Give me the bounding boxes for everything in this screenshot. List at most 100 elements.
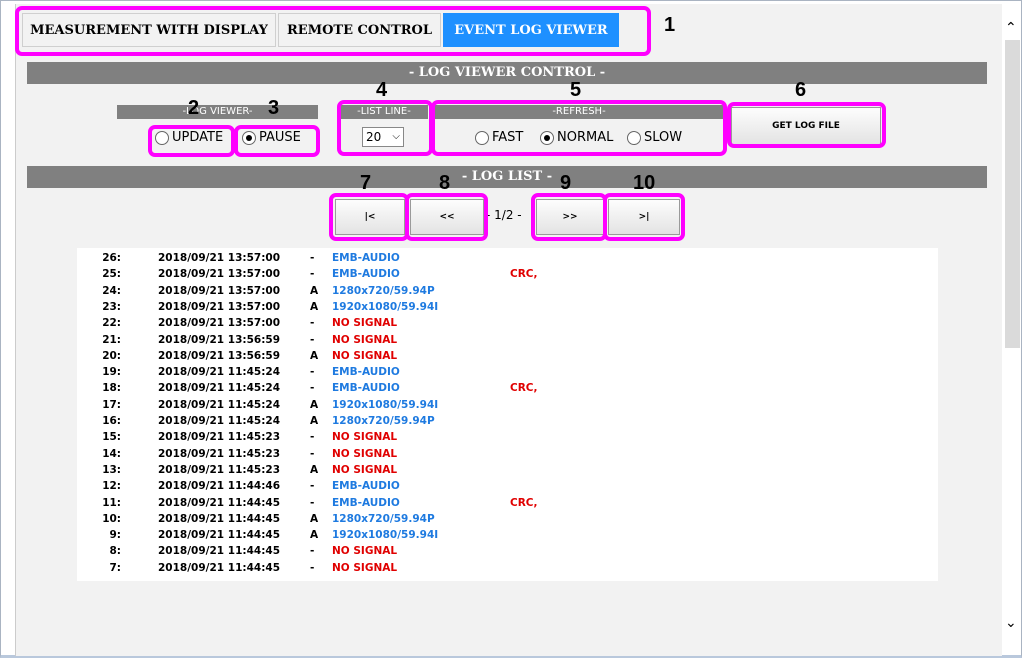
log-row-flag: -: [310, 496, 315, 509]
callout-box-8: [405, 193, 488, 241]
log-row-flag: A: [310, 300, 319, 313]
callout-number-4: 4: [376, 79, 388, 101]
log-row-event: 1920x1080/59.94I: [332, 398, 439, 411]
log-row-event: EMB-AUDIO: [332, 252, 400, 264]
callout-number-8: 8: [439, 172, 451, 194]
log-row-flag: A: [310, 529, 319, 542]
log-row-event: NO SIGNAL: [332, 545, 398, 558]
log-row-number: 14:: [102, 447, 121, 460]
log-row-number: 16:: [102, 415, 121, 427]
log-row-event: 1280x720/59.94P: [332, 284, 435, 297]
log-row-error: CRC,: [510, 268, 538, 281]
log-row-flag: -: [310, 382, 315, 395]
log-row-flag: -: [310, 431, 315, 444]
log-row-number: 15:: [102, 431, 121, 444]
page-indicator: - 1/2 -: [486, 208, 522, 222]
log-row-datetime: 2018/09/21 13:57:00: [158, 284, 281, 297]
log-row-event: 1280x720/59.94P: [332, 415, 435, 427]
log-row-number: 21:: [102, 333, 121, 346]
log-row-event: 1280x720/59.94P: [332, 512, 435, 525]
log-row-flag: -: [310, 317, 315, 330]
log-row-event: 1920x1080/59.94I: [332, 529, 439, 542]
log-row-flag: -: [310, 561, 315, 574]
log-row-flag: -: [310, 252, 315, 264]
callout-number-9: 9: [560, 172, 572, 194]
callout-box-1: [15, 6, 651, 56]
log-row-number: 13:: [102, 463, 121, 476]
log-row-number: 19:: [102, 366, 121, 379]
callout-number-5: 5: [570, 79, 582, 101]
log-row-number: 22:: [102, 317, 121, 330]
log-row-datetime: 2018/09/21 11:45:24: [158, 382, 281, 395]
log-row-datetime: 2018/09/21 13:57:00: [158, 252, 281, 264]
log-row-datetime: 2018/09/21 11:44:45: [158, 545, 281, 558]
log-row-flag: -: [310, 480, 315, 493]
callout-number-2: 2: [188, 97, 200, 119]
chevron-up-icon[interactable]: ⌃: [1005, 20, 1017, 36]
log-row-datetime: 2018/09/21 11:44:45: [158, 496, 281, 509]
log-row-error: CRC,: [510, 382, 538, 395]
callout-box-7: [329, 193, 409, 241]
log-row-datetime: 2018/09/21 13:56:59: [158, 333, 281, 346]
log-viewer-control-header: - LOG VIEWER CONTROL -: [27, 62, 987, 84]
log-row-event: NO SIGNAL: [332, 349, 398, 362]
log-row-datetime: 2018/09/21 13:57:00: [158, 317, 281, 330]
log-row-datetime: 2018/09/21 11:44:46: [158, 480, 281, 493]
log-row-flag: A: [310, 512, 319, 525]
log-row-number: 9:: [109, 529, 121, 542]
log-row-datetime: 2018/09/21 11:45:23: [158, 463, 281, 476]
log-row-event: 1920x1080/59.94I: [332, 300, 439, 313]
log-row-datetime: 2018/09/21 11:44:45: [158, 512, 281, 525]
log-row-event: EMB-AUDIO: [332, 480, 400, 493]
log-row-datetime: 2018/09/21 11:45:23: [158, 447, 281, 460]
log-row-datetime: 2018/09/21 13:57:00: [158, 268, 281, 281]
log-row-datetime: 2018/09/21 11:45:24: [158, 366, 281, 379]
log-row-datetime: 2018/09/21 11:45:24: [158, 398, 281, 411]
log-row-number: 10:: [102, 512, 121, 525]
log-list: 26: 2018/09/21 13:57:00 - EMB-AUDIO 25: 2018/…: [77, 248, 938, 581]
callout-box-2: [148, 125, 235, 157]
log-row-flag: A: [310, 398, 319, 411]
log-row-event: NO SIGNAL: [332, 431, 398, 444]
log-row-error: CRC,: [510, 496, 538, 509]
callout-box-5: [431, 100, 727, 156]
callout-number-6: 6: [795, 79, 807, 101]
log-row-number: 17:: [102, 398, 121, 411]
callout-number-3: 3: [268, 97, 280, 119]
log-list-header: - LOG LIST -: [27, 166, 987, 188]
log-row-event: NO SIGNAL: [332, 317, 398, 330]
log-row-datetime: 2018/09/21 11:45:24: [158, 415, 281, 427]
callout-box-9: [531, 193, 607, 241]
log-row-datetime: 2018/09/21 13:57:00: [158, 300, 281, 313]
log-row-event: EMB-AUDIO: [332, 366, 400, 379]
log-row-flag: -: [310, 333, 315, 346]
log-row-datetime: 2018/09/21 11:44:45: [158, 561, 281, 574]
callout-box-3: [234, 125, 320, 157]
log-row-flag: A: [310, 463, 319, 476]
log-row-datetime: 2018/09/21 11:44:45: [158, 529, 281, 542]
log-row-event: EMB-AUDIO: [332, 496, 400, 509]
log-row-event: NO SIGNAL: [332, 463, 398, 476]
log-row-number: 11:: [102, 496, 121, 509]
log-row-event: NO SIGNAL: [332, 447, 398, 460]
callout-number-10: 10: [633, 172, 656, 194]
log-row-flag: -: [310, 545, 315, 558]
log-row-number: 25:: [102, 268, 121, 281]
callout-box-6: [727, 102, 886, 148]
log-row-number: 26:: [102, 252, 121, 264]
log-row-flag: -: [310, 366, 315, 379]
scrollbar-thumb[interactable]: [1005, 40, 1020, 348]
log-row-flag: A: [310, 284, 319, 297]
log-viewer-group-label: -LOG VIEWER-: [117, 105, 318, 119]
log-row-number: 18:: [102, 382, 121, 395]
chevron-down-icon[interactable]: ⌄: [1005, 615, 1017, 631]
log-row-number: 23:: [102, 300, 121, 313]
log-row-flag: A: [310, 349, 319, 362]
callout-box-4: [337, 100, 433, 156]
log-row-flag: A: [310, 415, 319, 427]
log-row-event: EMB-AUDIO: [332, 382, 400, 395]
callout-box-10: [603, 193, 685, 241]
log-row-number: 12:: [102, 480, 121, 493]
callout-number-7: 7: [360, 172, 372, 194]
log-row-number: 8:: [109, 545, 121, 558]
